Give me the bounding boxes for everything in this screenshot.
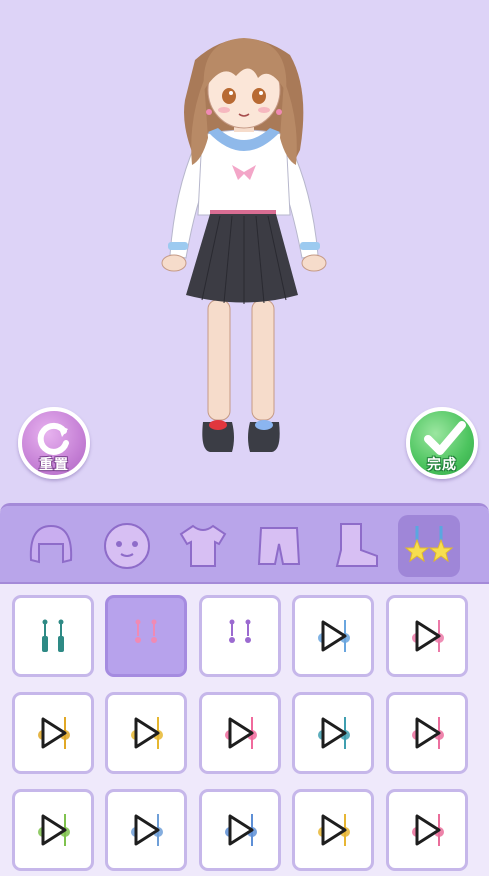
item-slot[interactable]: [105, 595, 187, 677]
play-ad-icon: [321, 814, 347, 846]
character-doll: [161, 38, 327, 452]
play-ad-icon: [321, 620, 347, 652]
item-grid: [0, 584, 489, 876]
done-button[interactable]: 完成: [406, 407, 478, 479]
shirt-icon: [179, 524, 227, 567]
play-ad-icon: [134, 814, 160, 846]
item-slot[interactable]: [199, 692, 281, 774]
checkmark-icon: [424, 421, 466, 455]
item-slot[interactable]: [386, 692, 468, 774]
done-label: 完成: [427, 457, 457, 473]
right-shoe: [248, 420, 280, 452]
item-slot[interactable]: [292, 692, 374, 774]
gold-hoop-earring-icon: [131, 717, 163, 749]
play-ad-icon: [228, 717, 254, 749]
play-ad-icon: [41, 814, 67, 846]
purple-drop-earring-icon: [229, 619, 251, 643]
play-ad-icon: [321, 717, 347, 749]
item-slot[interactable]: [292, 789, 374, 871]
pink-earring-icon: [412, 620, 444, 652]
play-ad-icon: [415, 620, 441, 652]
tab-top[interactable]: [172, 515, 234, 577]
item-slot[interactable]: [105, 692, 187, 774]
tab-shoes[interactable]: [324, 515, 386, 577]
blue-earring-icon: [318, 620, 350, 652]
item-slot[interactable]: [386, 595, 468, 677]
star-earring-icon: [404, 526, 454, 563]
gold-ornate-earring-icon: [38, 717, 70, 749]
item-slot[interactable]: [12, 692, 94, 774]
tab-hair[interactable]: [20, 515, 82, 577]
blue-chain-earring-icon: [131, 814, 163, 846]
item-slot[interactable]: [292, 595, 374, 677]
pink-tassel-earring-icon: [412, 717, 444, 749]
refresh-icon: [37, 422, 69, 455]
hair-icon: [29, 524, 73, 564]
teal-flower-earring-icon: [318, 717, 350, 749]
wardrobe-panel: [0, 503, 489, 876]
item-slot[interactable]: [105, 789, 187, 871]
item-slot[interactable]: [12, 595, 94, 677]
left-shoe: [202, 420, 234, 452]
item-slot[interactable]: [12, 789, 94, 871]
pink-bow-earring-icon: [225, 717, 257, 749]
shorts-icon: [257, 527, 301, 565]
tab-bottom[interactable]: [248, 515, 310, 577]
green-earring-icon: [38, 814, 70, 846]
teal-tassel-earring-icon: [42, 619, 64, 652]
pink-drop-earring-icon: [412, 814, 444, 846]
play-ad-icon: [134, 717, 160, 749]
pink-stud-earring-icon: [135, 619, 157, 643]
play-ad-icon: [415, 814, 441, 846]
play-ad-icon: [228, 814, 254, 846]
tab-accessory[interactable]: [398, 515, 460, 577]
gold-moon-earring-icon: [318, 814, 350, 846]
reset-button[interactable]: 重置: [18, 407, 90, 479]
blue-ring-earring-icon: [225, 814, 257, 846]
category-bar: [0, 506, 489, 584]
item-slot[interactable]: [199, 789, 281, 871]
play-ad-icon: [415, 717, 441, 749]
face-icon: [104, 523, 150, 569]
boot-icon: [335, 523, 378, 567]
play-ad-icon: [41, 717, 67, 749]
reset-label: 重置: [39, 457, 69, 473]
tab-face[interactable]: [96, 515, 158, 577]
character-stage: 重置 完成: [0, 0, 489, 505]
item-slot[interactable]: [199, 595, 281, 677]
item-slot[interactable]: [386, 789, 468, 871]
